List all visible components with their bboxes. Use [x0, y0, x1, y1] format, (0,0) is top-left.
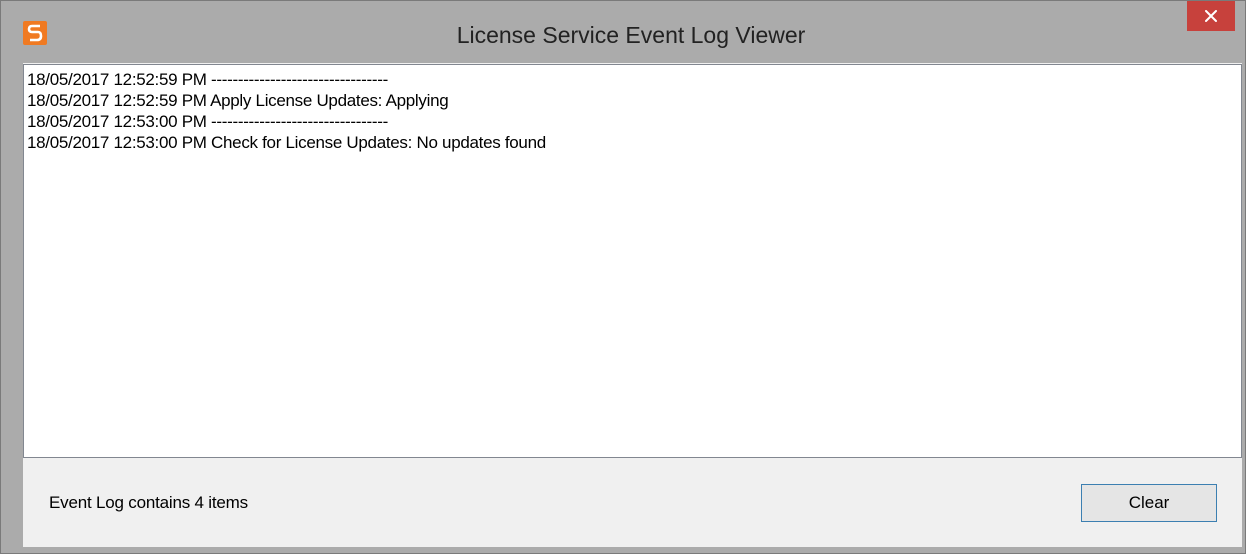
log-entry: 18/05/2017 12:53:00 PM Check for License…	[27, 133, 546, 152]
close-icon	[1205, 10, 1217, 22]
event-log-viewer-window: License Service Event Log Viewer 18/05/2…	[0, 0, 1246, 554]
event-log-list[interactable]: 18/05/2017 12:52:59 PM -----------------…	[23, 64, 1242, 458]
title-bar[interactable]: License Service Event Log Viewer	[1, 1, 1245, 63]
window-title: License Service Event Log Viewer	[456, 22, 806, 48]
log-entry: 18/05/2017 12:52:59 PM Apply License Upd…	[27, 91, 449, 110]
log-entry: 18/05/2017 12:52:59 PM -----------------…	[27, 70, 388, 89]
event-count-label: Event Log contains 4 items	[49, 493, 248, 512]
dialog-client-area: 18/05/2017 12:52:59 PM -----------------…	[23, 63, 1242, 547]
close-button[interactable]	[1187, 1, 1235, 31]
log-entry: 18/05/2017 12:53:00 PM -----------------…	[27, 112, 388, 131]
clear-button[interactable]: Clear	[1081, 484, 1217, 522]
